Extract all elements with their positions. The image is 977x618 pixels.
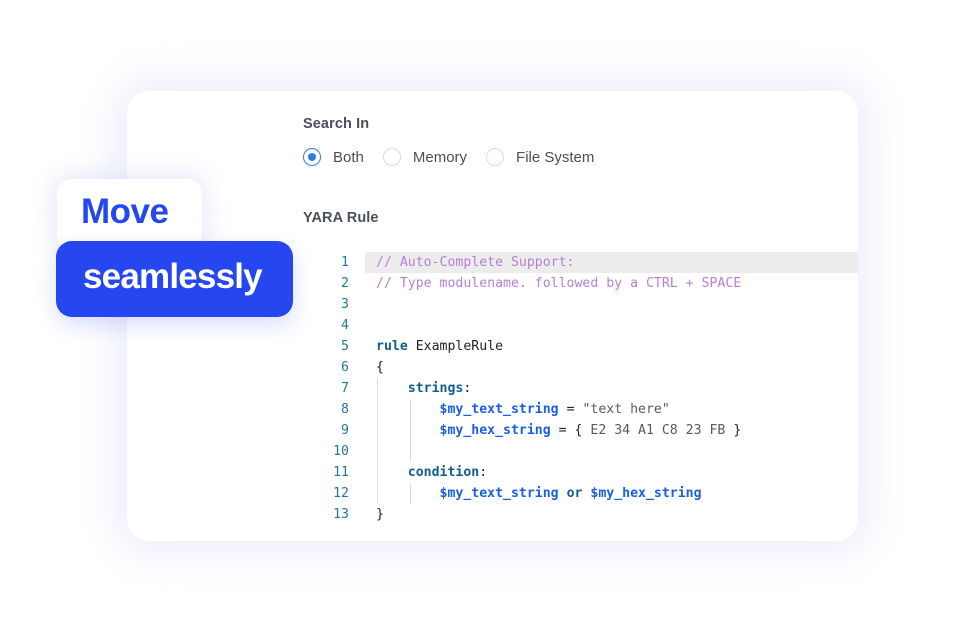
code-token-comment: // Auto-Complete Support: <box>376 255 575 270</box>
seamlessly-badge: seamlessly <box>56 241 293 317</box>
code-token-kw: or <box>558 486 591 501</box>
seamlessly-text: seamlessly <box>83 257 263 296</box>
code-line[interactable]: 11 condition: <box>303 462 858 483</box>
code-text: } <box>365 504 858 525</box>
code-text: strings: <box>365 378 858 399</box>
code-line[interactable]: 8 $my_text_string = "text here" <box>303 399 858 420</box>
line-number: 4 <box>341 318 349 333</box>
radio-checked-icon[interactable] <box>303 148 321 166</box>
yara-rule-label: YARA Rule <box>303 210 379 226</box>
line-number: 8 <box>341 402 349 417</box>
code-token-kw: condition <box>407 465 480 480</box>
radio-label: File System <box>516 148 595 166</box>
search-in-label: Search In <box>303 116 370 132</box>
line-number: 13 <box>333 507 349 522</box>
line-number: 3 <box>341 297 349 312</box>
code-text: $my_text_string = "text here" <box>365 399 858 420</box>
code-token-plain: : <box>463 381 472 396</box>
code-token-var: $my_text_string <box>439 486 559 501</box>
code-token-plain: = { <box>550 423 591 438</box>
code-line[interactable]: 5 rule ExampleRule <box>303 336 858 357</box>
code-token-var: $my_text_string <box>439 402 559 417</box>
line-number: 9 <box>341 423 349 438</box>
code-line[interactable]: 9 $my_hex_string = { E2 34 A1 C8 23 FB } <box>303 420 858 441</box>
code-token-var: $my_hex_string <box>439 423 551 438</box>
radio-memory[interactable]: Memory <box>382 148 468 166</box>
code-text: condition: <box>365 462 858 483</box>
search-in-radio-group: Both Memory File System <box>303 148 613 166</box>
move-badge: Move <box>57 179 202 249</box>
code-token-plain: ExampleRule <box>407 339 504 354</box>
code-token-plain: { <box>376 360 384 375</box>
line-number: 2 <box>341 276 349 291</box>
code-token-plain: : <box>479 465 488 480</box>
line-number: 6 <box>341 360 349 375</box>
code-token-var: $my_hex_string <box>590 486 702 501</box>
code-line[interactable]: 1 // Auto-Complete Support: <box>303 252 858 273</box>
code-line[interactable]: 2 // Type modulename. followed by a CTRL … <box>303 273 858 294</box>
code-token-str: E2 34 A1 C8 23 FB <box>590 423 726 438</box>
code-text: rule ExampleRule <box>365 336 858 357</box>
code-token-comment: // Type modulename. followed by a CTRL +… <box>376 276 742 291</box>
code-line[interactable]: 10 <box>303 441 858 462</box>
radio-label: Memory <box>412 148 468 166</box>
line-number: 12 <box>333 486 349 501</box>
code-text: // Auto-Complete Support: <box>365 252 858 273</box>
code-token-plain: } <box>725 423 742 438</box>
code-text: $my_hex_string = { E2 34 A1 C8 23 FB } <box>365 420 858 441</box>
code-text: $my_text_string or $my_hex_string <box>365 483 858 504</box>
line-number: 11 <box>333 465 349 480</box>
code-line[interactable]: 7 strings: <box>303 378 858 399</box>
code-line[interactable]: 4 <box>303 315 858 336</box>
code-token-kw: strings <box>407 381 464 396</box>
line-number: 1 <box>341 255 349 270</box>
radio-label: Both <box>333 148 364 166</box>
code-token-kw: rule <box>376 339 408 354</box>
yara-code-editor[interactable]: 1 // Auto-Complete Support: 2 // Type modul… <box>303 252 858 525</box>
line-number: 7 <box>341 381 349 396</box>
radio-file-system[interactable]: File System <box>486 148 594 166</box>
radio-unchecked-icon[interactable] <box>382 148 401 166</box>
code-text: { <box>365 357 858 378</box>
code-token-plain: } <box>376 507 384 522</box>
code-line[interactable]: 6{ <box>303 357 858 378</box>
code-token-str: "text here" <box>582 402 670 417</box>
code-text: // Type modulename. followed by a CTRL +… <box>365 273 858 294</box>
code-token-plain: = <box>558 402 583 417</box>
radio-unchecked-icon[interactable] <box>486 148 505 166</box>
code-line[interactable]: 12 $my_text_string or $my_hex_string <box>303 483 858 504</box>
line-number: 10 <box>333 444 349 459</box>
line-number: 5 <box>341 339 349 354</box>
code-line[interactable]: 13} <box>303 504 858 525</box>
move-text: Move <box>81 192 169 231</box>
radio-both[interactable]: Both <box>303 148 364 166</box>
code-line[interactable]: 3 <box>303 294 858 315</box>
